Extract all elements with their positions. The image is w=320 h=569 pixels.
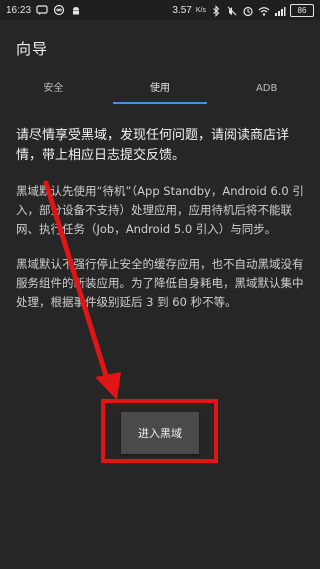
- wifi-icon: [258, 6, 270, 16]
- tab-usage-label: 使用: [150, 83, 170, 94]
- battery-level: 86: [297, 6, 307, 15]
- tab-usage[interactable]: 使用: [107, 78, 214, 106]
- bluetooth-icon: [213, 4, 220, 17]
- status-bar-right: 3.57 K/s 86: [172, 4, 314, 17]
- cache-paragraph: 黑域默认不强行停止安全的缓存应用，也不自动黑域没有服务组件的新装应用。为了降低自…: [16, 257, 304, 309]
- tab-adb[interactable]: ADB: [213, 78, 320, 106]
- active-tab-indicator: [112, 102, 208, 104]
- network-speed-unit: K/s: [195, 7, 206, 14]
- status-time: 16:23: [6, 4, 32, 16]
- tab-security[interactable]: 安全: [0, 78, 107, 106]
- status-bar: 16:23 3.57 K/s 86: [0, 0, 320, 20]
- status-bar-left: 16:23: [6, 4, 82, 16]
- tab-security-label: 安全: [43, 83, 64, 94]
- page-title: 向导: [16, 40, 49, 58]
- signal-icon: [275, 6, 286, 16]
- android-icon: [73, 7, 80, 15]
- enter-blackhole-label: 进入黑域: [138, 427, 182, 440]
- infinity-icon: [53, 4, 65, 16]
- battery-icon: 86: [290, 4, 314, 17]
- intro-paragraph: 请尽情享受黑域，发现任何问题，请阅读商店详情，带上相应日志提交反馈。: [16, 128, 290, 163]
- page: 16:23 3.57 K/s 86 向导 安全 使用 ADB 请尽情享受黑域，发…: [0, 0, 320, 569]
- tab-bar: 安全 使用 ADB: [0, 78, 320, 106]
- mute-icon: [227, 6, 237, 15]
- message-icon: [36, 5, 48, 15]
- standby-paragraph: 黑域默认先使用“待机”（App Standby，Android 6.0 引入，部…: [16, 184, 304, 236]
- tab-adb-label: ADB: [255, 83, 278, 94]
- alarm-icon: [243, 6, 253, 16]
- guide-content: 请尽情享受黑域，发现任何问题，请阅读商店详情，带上相应日志提交反馈。 黑域默认先…: [16, 126, 306, 328]
- network-speed: 3.57: [172, 5, 192, 16]
- enter-blackhole-button[interactable]: 进入黑域: [121, 412, 199, 454]
